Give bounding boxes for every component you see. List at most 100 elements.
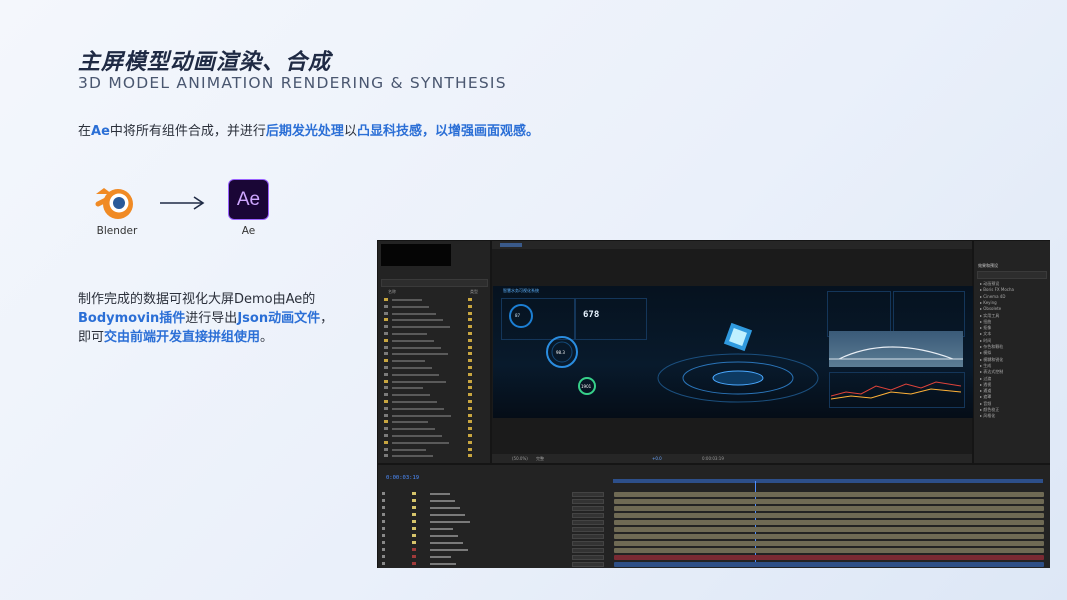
arrow-right-icon [160,196,205,210]
effects-item[interactable]: ▸ 时间 [980,338,991,344]
composition-viewer: 智慧水务可视化系统 87 678 98.3 1901 (50.0%) 完整 +0… [491,240,973,464]
effects-item[interactable]: ▸ 扭曲 [980,319,991,325]
effects-item[interactable]: ▸ Cinema 4D [980,294,1005,299]
effects-item[interactable]: ▸ 透视 [980,382,991,388]
layer-bar[interactable] [614,555,1044,560]
page-subtitle: 3D MODEL ANIMATION RENDERING & SYNTHESIS [78,74,507,92]
effects-item[interactable]: ▸ 实用工具 [980,313,999,319]
project-item-row[interactable] [384,419,484,425]
center-platform [657,322,819,403]
project-item-row[interactable] [384,453,484,459]
effects-item[interactable]: ▸ 文本 [980,331,991,337]
project-item-row[interactable] [384,447,484,453]
project-search-input[interactable] [381,279,488,287]
layer-row[interactable] [382,526,610,532]
layer-bar[interactable] [614,534,1044,539]
project-item-row[interactable] [384,433,484,439]
project-item-row[interactable] [384,304,484,310]
effects-item[interactable]: ▸ 模糊和锐化 [980,357,1003,363]
gauge-b-value: 98.3 [556,350,565,355]
project-item-row[interactable] [384,317,484,323]
timeline-panel: 0:00:03:19 [377,464,1050,568]
project-header-type: 类型 [470,289,478,294]
effects-item[interactable]: ▸ Obsolete [980,306,1001,311]
effects-panel-title: 效果和预设 [978,263,998,268]
layer-row[interactable] [382,561,610,567]
layer-bar[interactable] [614,541,1044,546]
ae-screenshot: 名称 类型 智慧水务可视化系统 87 678 98.3 1901 (50.0%)… [377,240,1050,568]
project-thumbnail [381,244,451,266]
gauge-c-value: 1901 [581,384,592,389]
effects-item[interactable]: ▸ 表达式控制 [980,369,1003,375]
offset-value[interactable]: +0.0 [652,456,662,461]
layer-bar[interactable] [614,520,1044,525]
effects-item[interactable]: ▸ 风格化 [980,413,995,419]
page-title: 主屏模型动画渲染、合成 [78,50,332,75]
project-item-row[interactable] [384,372,484,378]
layer-row[interactable] [382,519,610,525]
project-item-row[interactable] [384,365,484,371]
zoom-level[interactable]: (50.0%) [512,456,528,461]
layer-row[interactable] [382,498,610,504]
layer-bar[interactable] [614,506,1044,511]
after-effects-icon: Ae [228,179,269,220]
effects-item[interactable]: ▸ 动画预设 [980,281,999,287]
project-item-row[interactable] [384,406,484,412]
project-item-row[interactable] [384,338,484,344]
effects-item[interactable]: ▸ Keying [980,300,997,305]
blender-label: Blender [96,225,138,237]
layer-row[interactable] [382,512,610,518]
project-item-row[interactable] [384,311,484,317]
dashboard-preview: 智慧水务可视化系统 87 678 98.3 1901 [493,286,973,418]
timeline-timecode[interactable]: 0:00:03:19 [386,475,419,481]
project-item-row[interactable] [384,392,484,398]
effects-item[interactable]: ▸ 模拟 [980,350,991,356]
project-item-row[interactable] [384,426,484,432]
layer-bar[interactable] [614,527,1044,532]
project-item-row[interactable] [384,399,484,405]
layer-row[interactable] [382,540,610,546]
project-item-row[interactable] [384,351,484,357]
intro-text: 在Ae中将所有组件合成，并进行后期发光处理以凸显科技感，以增强画面观感。 [78,124,539,139]
project-item-row[interactable] [384,379,484,385]
layer-bar[interactable] [614,492,1044,497]
project-item-row[interactable] [384,331,484,337]
layer-row[interactable] [382,547,610,553]
layer-row[interactable] [382,491,610,497]
effects-item[interactable]: ▸ 生成 [980,363,991,369]
effects-item[interactable]: ▸ 过渡 [980,376,991,382]
work-area-bar[interactable] [613,479,1043,483]
line-chart-mini [831,381,961,400]
layer-row[interactable] [382,533,610,539]
project-item-row[interactable] [384,345,484,351]
project-item-row[interactable] [384,297,484,303]
project-item-row[interactable] [384,413,484,419]
project-header-name: 名称 [388,289,396,294]
counter-value: 678 [583,310,600,320]
project-item-row[interactable] [384,385,484,391]
layer-bar[interactable] [614,513,1044,518]
effects-item[interactable]: ▸ 遮罩 [980,394,991,400]
layer-bar[interactable] [614,562,1044,567]
layer-bar[interactable] [614,499,1044,504]
project-item-row[interactable] [384,440,484,446]
project-panel: 名称 类型 [377,240,491,464]
effects-panel: 效果和预设 ▸ 动画预设 ▸ Boris FX Mocha ▸ Cinema 4D ▸… [973,240,1050,464]
description-text: 制作完成的数据可视化大屏Demo由Ae的 Bodymovin插件进行导出Json… [78,292,334,345]
dashboard-title: 智慧水务可视化系统 [503,288,539,293]
effects-item[interactable]: ▸ 音频 [980,401,991,407]
gauge-a [509,304,533,328]
blender-icon [95,188,133,219]
ae-label: Ae [241,225,256,237]
effects-search-input[interactable] [977,271,1047,279]
layer-row[interactable] [382,505,610,511]
viewer-timecode: 0:00:03:19 [702,456,724,461]
gauge-a-value: 87 [515,313,521,318]
effects-item[interactable]: ▸ Boris FX Mocha [980,287,1014,292]
layer-bar[interactable] [614,548,1044,553]
quality-select[interactable]: 完整 [536,456,544,462]
project-item-row[interactable] [384,358,484,364]
layer-row[interactable] [382,554,610,560]
project-item-row[interactable] [384,324,484,330]
bridge-photo [829,331,963,367]
